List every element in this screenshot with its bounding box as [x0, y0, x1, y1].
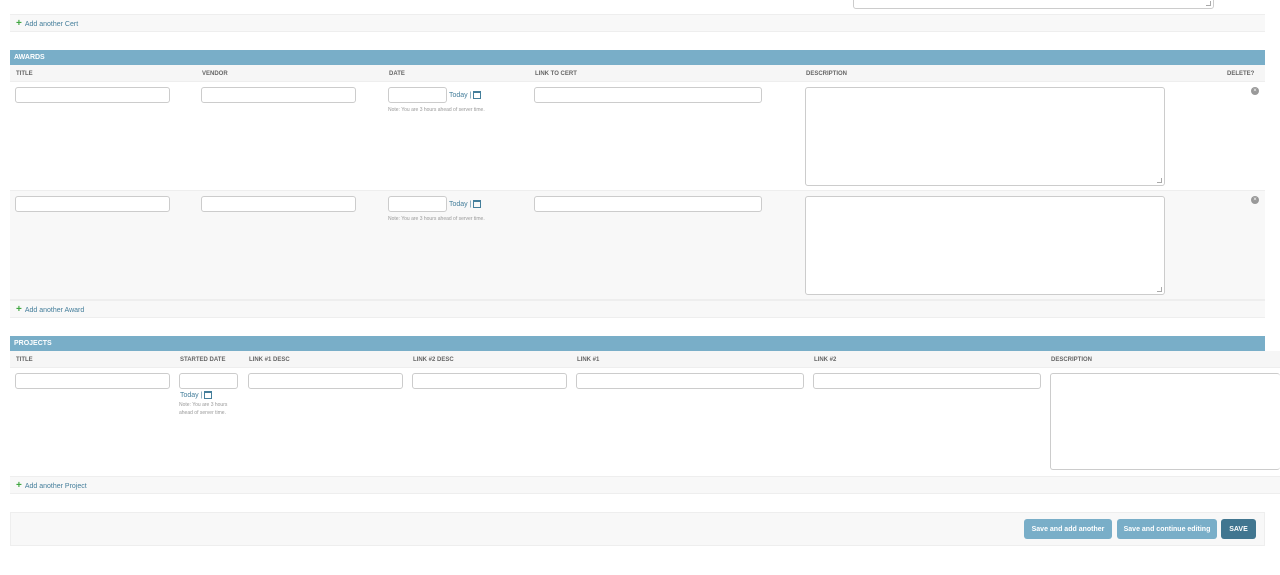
delete-icon[interactable]: × — [1251, 87, 1259, 95]
today-link[interactable]: Today | — [180, 391, 213, 399]
calendar-icon[interactable] — [473, 91, 482, 99]
awards-title: AWARDS — [14, 54, 45, 61]
col-vendor: VENDOR — [202, 71, 228, 77]
project-description-textarea[interactable] — [1050, 373, 1280, 470]
save-and-continue-button[interactable]: Save and continue editing — [1117, 519, 1217, 539]
award-title-input[interactable] — [15, 196, 170, 212]
project-started-date-input[interactable] — [179, 373, 238, 389]
award-title-input[interactable] — [15, 87, 170, 103]
resize-handle[interactable] — [1157, 178, 1162, 183]
plus-icon: + — [16, 304, 22, 315]
col-title: TITLE — [16, 71, 33, 77]
today-link[interactable]: Today | — [449, 91, 482, 99]
project-link2-desc-input[interactable] — [412, 373, 567, 389]
cert-description-textarea[interactable] — [853, 0, 1214, 9]
resize-handle[interactable] — [1206, 1, 1211, 6]
plus-icon: + — [16, 18, 22, 29]
award-vendor-input[interactable] — [201, 196, 356, 212]
col-title: TITLE — [16, 357, 33, 363]
award-row: Today | Note: You are 3 hours ahead of s… — [10, 191, 1265, 300]
add-award-link[interactable]: + Add another Award — [16, 305, 84, 315]
add-project-link[interactable]: + Add another Project — [16, 481, 87, 491]
save-button[interactable]: SAVE — [1221, 519, 1256, 539]
submit-row: Save and add another Save and continue e… — [10, 512, 1265, 546]
award-date-input[interactable] — [388, 196, 447, 212]
project-link1-input[interactable] — [576, 373, 804, 389]
add-cert-label: Add another Cert — [24, 20, 79, 28]
col-link2-desc: LINK #2 DESC — [413, 357, 454, 363]
add-award-label: Add another Award — [24, 306, 85, 314]
projects-column-headers: TITLE STARTED DATE LINK #1 DESC LINK #2 … — [10, 351, 1280, 368]
add-cert-row: + Add another Cert — [10, 14, 1265, 32]
timezone-note: Note: You are 3 hours ahead of server ti… — [388, 216, 485, 222]
plus-icon: + — [16, 480, 22, 491]
timezone-note-line1: Note: You are 3 hours — [179, 402, 228, 408]
col-delete: DELETE? — [1227, 71, 1255, 77]
award-description-textarea[interactable] — [805, 87, 1165, 186]
col-link1: LINK #1 — [577, 357, 600, 363]
projects-title: PROJECTS — [14, 340, 52, 347]
calendar-icon[interactable] — [473, 200, 482, 208]
project-link1-desc-input[interactable] — [248, 373, 403, 389]
today-link[interactable]: Today | — [449, 200, 482, 208]
today-label: Today | — [449, 200, 472, 208]
timezone-note-line2: ahead of server time. — [179, 410, 226, 416]
col-link1-desc: LINK #1 DESC — [249, 357, 290, 363]
add-project-row: + Add another Project — [10, 476, 1280, 494]
save-and-add-another-button[interactable]: Save and add another — [1024, 519, 1112, 539]
col-link-to-cert: LINK TO CERT — [535, 71, 577, 77]
award-vendor-input[interactable] — [201, 87, 356, 103]
resize-handle[interactable] — [1157, 287, 1162, 292]
calendar-icon[interactable] — [204, 391, 213, 399]
project-link2-input[interactable] — [813, 373, 1041, 389]
project-row: Today | Note: You are 3 hours ahead of s… — [10, 368, 1280, 476]
col-description: DESCRIPTION — [1051, 357, 1093, 363]
award-row: Today | Note: You are 3 hours ahead of s… — [10, 82, 1265, 191]
delete-icon[interactable]: × — [1251, 196, 1259, 204]
add-project-label: Add another Project — [24, 482, 87, 490]
timezone-note: Note: You are 3 hours ahead of server ti… — [388, 107, 485, 113]
add-cert-link[interactable]: + Add another Cert — [16, 19, 78, 29]
col-link2: LINK #2 — [814, 357, 837, 363]
awards-column-headers: TITLE VENDOR DATE LINK TO CERT DESCRIPTI… — [10, 65, 1265, 82]
today-label: Today | — [180, 391, 203, 399]
col-date: DATE — [389, 71, 405, 77]
project-title-input[interactable] — [15, 373, 170, 389]
award-description-textarea[interactable] — [805, 196, 1165, 295]
add-award-row: + Add another Award — [10, 300, 1265, 318]
col-started-date: STARTED DATE — [180, 357, 226, 363]
award-link-input[interactable] — [534, 87, 762, 103]
award-link-input[interactable] — [534, 196, 762, 212]
projects-header: PROJECTS — [10, 336, 1265, 351]
today-label: Today | — [449, 91, 472, 99]
awards-header: AWARDS — [10, 50, 1265, 65]
award-date-input[interactable] — [388, 87, 447, 103]
col-description: DESCRIPTION — [806, 71, 848, 77]
